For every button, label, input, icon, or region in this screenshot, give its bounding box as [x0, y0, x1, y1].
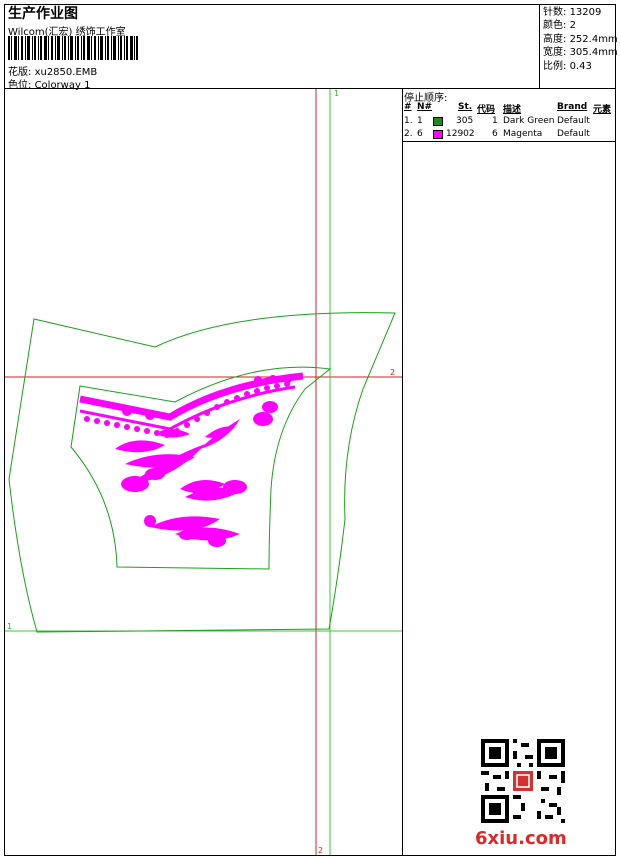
- color-swatch-green: [433, 117, 443, 126]
- outer-outline: [8, 312, 396, 633]
- row-code: 1: [492, 116, 498, 126]
- design-preview: 1 1 2 2: [5, 89, 402, 855]
- stitch-count: 13209: [569, 7, 602, 18]
- header-code: 代码: [477, 105, 496, 115]
- stop-sequence-header: # N# St. 代码 描述 Brand 元素: [404, 102, 616, 115]
- color-count: 2: [569, 20, 576, 32]
- green-axis-top-label: 1: [334, 89, 339, 98]
- height-label: 高度:: [543, 33, 567, 45]
- row-code: 6: [492, 129, 498, 139]
- red-axis-bottom-label: 2: [318, 846, 323, 855]
- row-description: Magenta: [503, 129, 543, 139]
- row-number: 6: [417, 129, 423, 139]
- row-stitches: 12902: [446, 129, 475, 139]
- scale-row: 比例: 0.43: [543, 60, 618, 73]
- red-axis-right-label: 2: [390, 368, 395, 377]
- green-axis-left-label: 1: [7, 622, 12, 631]
- design-stats: 针数: 13209 颜色: 2 高度: 252.4mm 宽度: 305.4mm …: [543, 6, 618, 73]
- row-brand: Default: [557, 116, 590, 126]
- header-stitches: St.: [458, 102, 473, 112]
- color-count-label: 颜色:: [543, 20, 567, 32]
- scale-label: 比例:: [543, 60, 567, 72]
- stats-divider: [539, 4, 540, 89]
- table-row: 1. 1 305 1 Dark Green Default: [404, 116, 616, 129]
- height-value: 252.4mm: [569, 33, 618, 45]
- header-index: #: [404, 102, 412, 112]
- color-swatch-magenta: [433, 130, 443, 139]
- width-label: 宽度:: [543, 47, 567, 59]
- width-row: 宽度: 305.4mm: [543, 46, 618, 59]
- color-count-row: 颜色: 2: [543, 19, 618, 32]
- page-title: 生产作业图: [8, 6, 78, 22]
- header-brand: Brand: [557, 102, 588, 112]
- stitch-count-row: 针数: 13209: [543, 6, 618, 19]
- design-panel-divider: [402, 88, 403, 856]
- row-index: 2.: [404, 129, 413, 139]
- row-index: 1.: [404, 116, 413, 126]
- height-row: 高度: 252.4mm: [543, 33, 618, 46]
- table-row: 2. 6 12902 6 Magenta Default: [404, 129, 616, 142]
- row-brand: Default: [557, 129, 590, 139]
- header-number: N#: [417, 102, 433, 112]
- row-description: Dark Green: [503, 116, 555, 126]
- header-element: 元素: [593, 105, 612, 115]
- barcode-image: [8, 36, 138, 60]
- watermark-logo-text: 6xiu.com: [475, 828, 567, 849]
- row-number: 1: [417, 116, 423, 126]
- scale-value: 0.43: [569, 60, 592, 72]
- stitch-count-label: 针数:: [543, 7, 567, 18]
- header-description: 描述: [503, 105, 522, 115]
- width-value: 305.4mm: [569, 47, 618, 59]
- qr-center-logo: [513, 771, 533, 791]
- row-stitches: 305: [456, 116, 474, 126]
- qr-code-image: [481, 739, 565, 823]
